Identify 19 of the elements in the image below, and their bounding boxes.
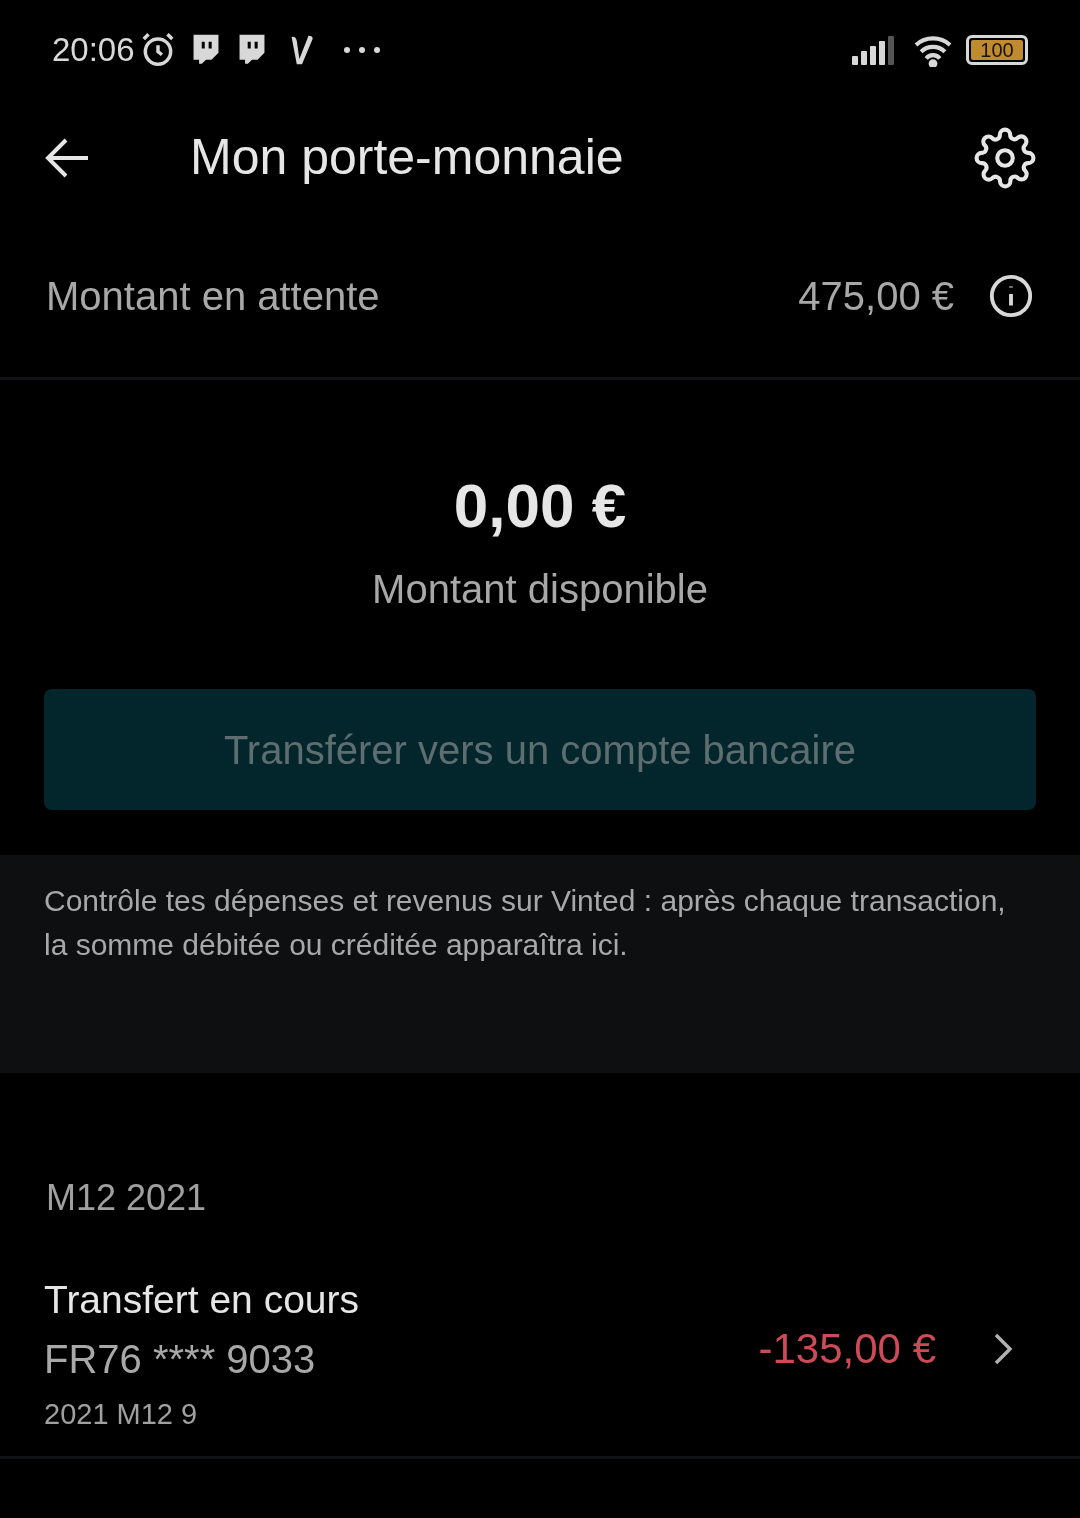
more-icon [342,46,381,54]
balance-label: Montant disponible [372,566,708,613]
info-text: Contrôle tes dépenses et revenus sur Vinted : après chaque transaction, la somme débitée ou créditée apparaîtra ici. [44,883,1007,963]
transaction-title: Transfert en cours [44,1276,360,1323]
pending-amount: 475,00 € [798,273,954,320]
back-arrow-icon[interactable] [44,137,90,178]
transaction-row[interactable]: Transfert en cours FR76 **** 9033 2021 M12 9 -135,00 € [0,1241,1080,1459]
wifi-icon [912,33,954,67]
page-title: Mon porte-monnaie [190,128,625,187]
battery-level-text: 100 [971,40,1023,60]
transaction-amount: -135,00 € [758,1324,936,1374]
settings-icon[interactable] [974,126,1036,189]
transaction-date: 2021 M12 9 [44,1397,199,1432]
status-time: 20:06 [52,30,135,71]
balance-amount: 0,00 € [453,475,627,537]
month-heading: M12 2021 [46,1176,207,1220]
transaction-account: FR76 **** 9033 [44,1336,317,1383]
info-icon[interactable] [988,273,1034,319]
pending-label: Montant en attente [46,273,381,320]
